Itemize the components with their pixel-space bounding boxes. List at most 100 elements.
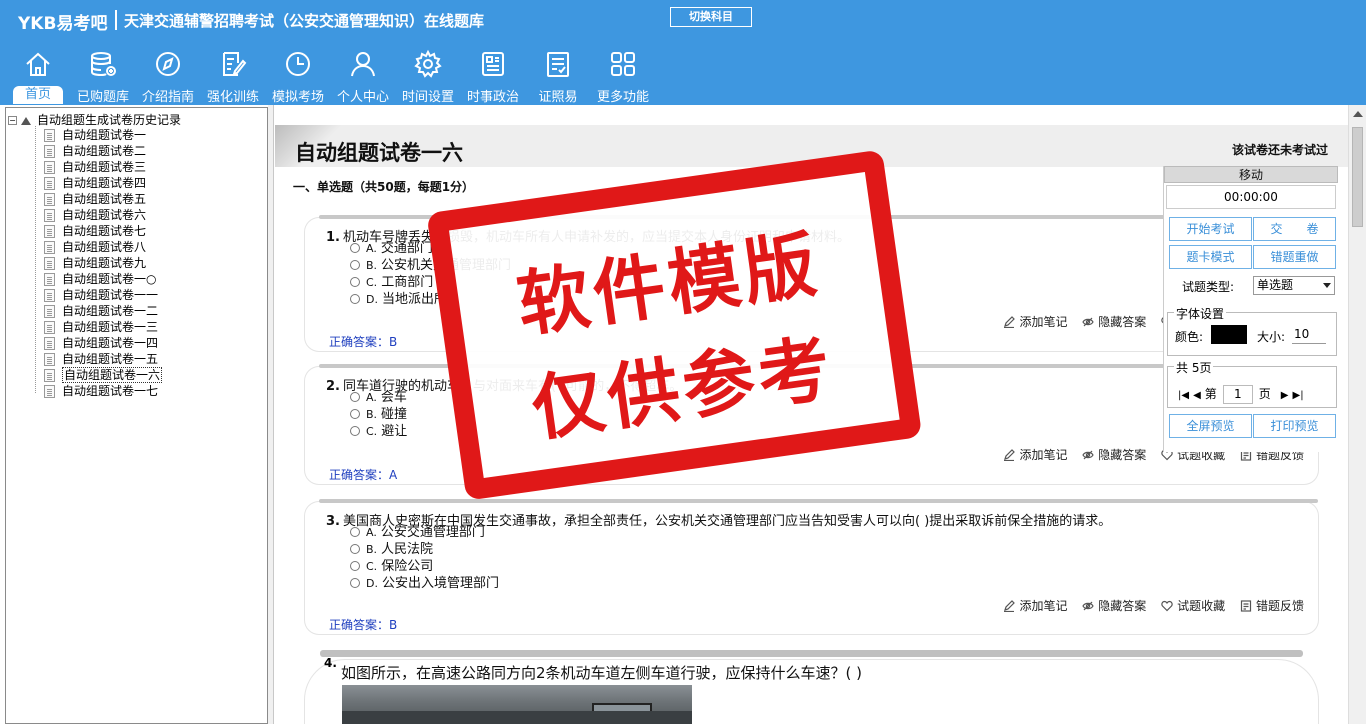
sidebar-splitter[interactable]: [268, 105, 274, 724]
document-icon: [44, 257, 55, 270]
nav-item-guide[interactable]: 介绍指南: [135, 46, 201, 105]
tree-item[interactable]: 自动组题试卷八: [44, 239, 146, 255]
scroll-thumb[interactable]: [1352, 127, 1363, 227]
question-number: 1.: [326, 230, 340, 245]
favorite-button[interactable]: 试题收藏: [1161, 599, 1225, 613]
option-a[interactable]: A. 公安交通管理部门: [350, 524, 485, 541]
compass-icon: [156, 52, 180, 76]
option-letter: C.: [366, 560, 378, 573]
radio-button[interactable]: [350, 260, 360, 270]
hide-answer-button[interactable]: 隐藏答案: [1082, 448, 1146, 462]
option-text: 公安机关交通管理部门: [381, 258, 512, 273]
option-d[interactable]: D. 当地派出所: [350, 291, 447, 308]
font-color-label: 颜色:: [1175, 330, 1204, 344]
option-letter: C.: [366, 425, 378, 438]
tree-item[interactable]: 自动组题试卷一: [44, 127, 146, 143]
radio-button[interactable]: [350, 561, 360, 571]
nav-item-mock-exam[interactable]: 模拟考场: [265, 46, 331, 105]
nav-item-profile[interactable]: 个人中心: [330, 46, 396, 105]
tree-item[interactable]: 自动组题试卷一六: [44, 367, 163, 383]
nav-item-training[interactable]: 强化训练: [200, 46, 266, 105]
radio-button[interactable]: [350, 243, 360, 253]
tree-item-label: 自动组题试卷一一: [62, 288, 159, 302]
last-page-icon[interactable]: ▶|: [1293, 386, 1304, 406]
user-icon: [351, 52, 375, 77]
tree-item[interactable]: 自动组题试卷一三: [44, 319, 158, 335]
font-size-input[interactable]: 10: [1292, 325, 1326, 344]
radio-button[interactable]: [350, 527, 360, 537]
document-icon: [44, 305, 55, 318]
exam-control-panel: 移动 00:00:00 开始考试 交 卷 题卡模式 错题重做 试题类型: 单选题…: [1163, 166, 1338, 452]
option-letter: A.: [366, 391, 377, 404]
report-error-label: 错题反馈: [1255, 599, 1304, 613]
option-c[interactable]: C. 保险公司: [350, 558, 433, 575]
tree-item-label: 自动组题试卷一三: [62, 320, 159, 334]
tree-item[interactable]: 自动组题试卷六: [44, 207, 146, 223]
nav-item-more[interactable]: 更多功能: [590, 46, 656, 105]
tree-item[interactable]: 自动组题试卷一○: [44, 271, 156, 287]
start-exam-button[interactable]: 开始考试: [1169, 217, 1252, 241]
tree-item[interactable]: 自动组题试卷一五: [44, 351, 158, 367]
nav-item-purchased[interactable]: 已购题库: [70, 46, 136, 105]
option-c[interactable]: C. 避让: [350, 423, 407, 440]
option-a[interactable]: A. 交通部门: [350, 240, 433, 257]
page-number-input[interactable]: 1: [1222, 385, 1253, 404]
radio-button[interactable]: [350, 294, 360, 304]
nav-item-home[interactable]: 首页: [5, 46, 71, 104]
print-preview-button[interactable]: 打印预览: [1253, 414, 1336, 438]
option-d[interactable]: D. 公安出入境管理部门: [350, 575, 499, 592]
nav-item-license[interactable]: 证照易: [525, 46, 591, 105]
tree-item[interactable]: 自动组题试卷一七: [44, 383, 158, 399]
tree-item[interactable]: 自动组题试卷五: [44, 191, 146, 207]
radio-button[interactable]: [350, 578, 360, 588]
first-page-icon[interactable]: |◀: [1178, 386, 1189, 406]
tree-item[interactable]: 自动组题试卷七: [44, 223, 146, 239]
card-mode-button[interactable]: 题卡模式: [1169, 245, 1252, 269]
hide-answer-button[interactable]: 隐藏答案: [1082, 315, 1146, 329]
panel-move-handle[interactable]: 移动: [1164, 166, 1338, 183]
pagination-legend: 共 5页: [1174, 359, 1214, 376]
prev-page-icon[interactable]: ◀: [1193, 386, 1201, 406]
nav-item-time-settings[interactable]: 时间设置: [395, 46, 461, 105]
heart-icon: [1161, 600, 1173, 612]
option-b[interactable]: B. 碰撞: [350, 406, 407, 423]
tree-item[interactable]: 自动组题试卷一一: [44, 287, 158, 303]
tree-item[interactable]: 自动组题试卷二: [44, 143, 146, 159]
radio-button[interactable]: [350, 277, 360, 287]
tree-item[interactable]: 自动组题试卷一二: [44, 303, 158, 319]
add-note-button[interactable]: 添加笔记: [1003, 448, 1067, 462]
submit-paper-button[interactable]: 交 卷: [1253, 217, 1336, 241]
collapse-icon[interactable]: −: [8, 116, 17, 125]
tree-item[interactable]: 自动组题试卷四: [44, 175, 146, 191]
tree-root[interactable]: − 自动组题生成试卷历史记录: [8, 111, 181, 127]
fullscreen-preview-button[interactable]: 全屏预览: [1169, 414, 1252, 438]
option-b[interactable]: B. 公安机关交通管理部门: [350, 257, 511, 274]
radio-button[interactable]: [350, 392, 360, 402]
radio-button[interactable]: [350, 409, 360, 419]
clock-icon: [286, 52, 310, 76]
scroll-up-icon[interactable]: [1353, 111, 1363, 117]
switch-subject-button[interactable]: 切换科目: [670, 7, 752, 27]
add-note-button[interactable]: 添加笔记: [1003, 315, 1067, 329]
nav-item-current-affairs[interactable]: 时事政治: [460, 46, 526, 105]
option-c[interactable]: C. 工商部门: [350, 274, 433, 291]
report-error-button[interactable]: 错题反馈: [1240, 599, 1304, 613]
vertical-scrollbar[interactable]: [1348, 105, 1366, 724]
option-a[interactable]: A. 会车: [350, 389, 407, 406]
hide-answer-button[interactable]: 隐藏答案: [1082, 599, 1146, 613]
pencil-icon: [1004, 600, 1016, 612]
next-page-icon[interactable]: ▶: [1281, 386, 1289, 406]
tree-item[interactable]: 自动组题试卷九: [44, 255, 146, 271]
add-note-button[interactable]: 添加笔记: [1003, 599, 1067, 613]
option-b[interactable]: B. 人民法院: [350, 541, 433, 558]
tree-item[interactable]: 自动组题试卷三: [44, 159, 146, 175]
tree-item[interactable]: 自动组题试卷一四: [44, 335, 158, 351]
question-type-select[interactable]: 单选题: [1253, 276, 1335, 295]
font-color-swatch[interactable]: [1211, 325, 1247, 344]
header-bar: YKB易考吧 天津交通辅警招聘考试（公安交通管理知识）在线题库 切换科目 首页 …: [0, 0, 1366, 105]
radio-button[interactable]: [350, 426, 360, 436]
favorite-label: 试题收藏: [1177, 599, 1226, 613]
option-text: 保险公司: [381, 559, 434, 574]
radio-button[interactable]: [350, 544, 360, 554]
redo-wrong-button[interactable]: 错题重做: [1253, 245, 1336, 269]
